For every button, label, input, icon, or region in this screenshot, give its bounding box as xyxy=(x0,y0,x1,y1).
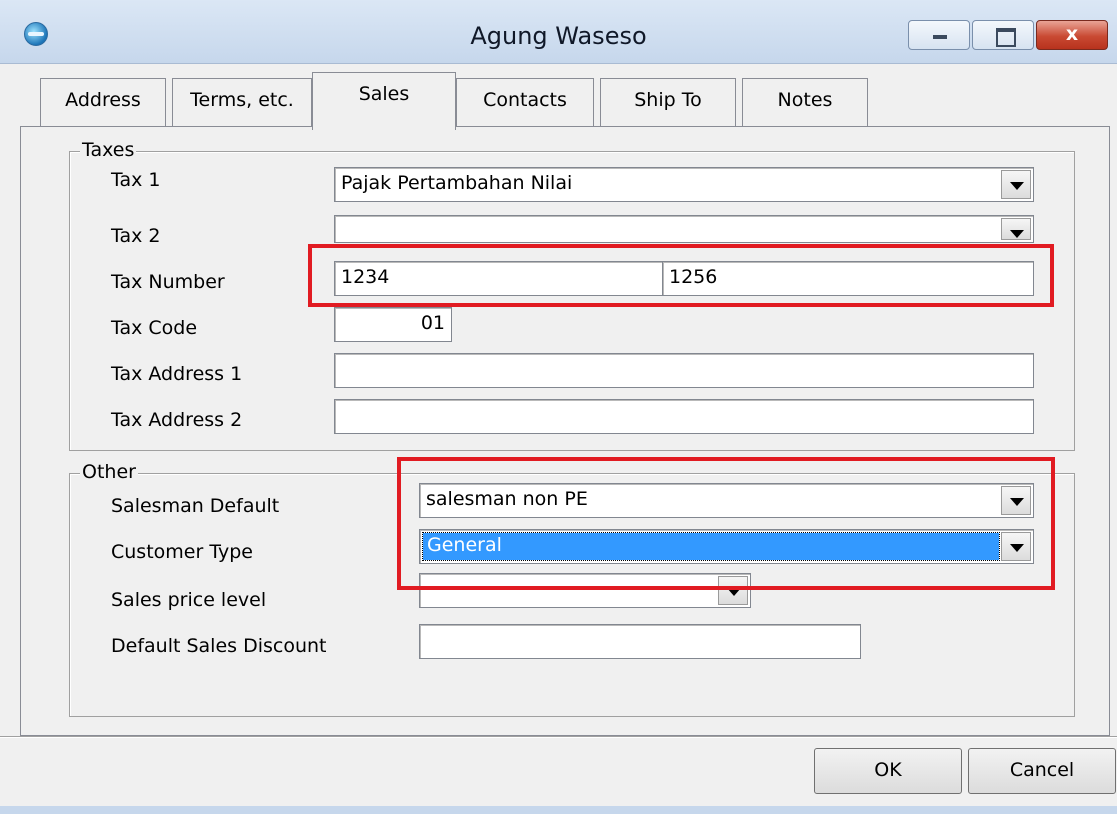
close-button[interactable]: x xyxy=(1036,20,1108,50)
customer-type-select[interactable]: General xyxy=(419,529,1034,564)
tax-number-field-1[interactable]: 1234 xyxy=(334,261,664,296)
sales-price-level-label: Sales price level xyxy=(111,589,267,611)
tax-number-field-2[interactable]: 1256 xyxy=(662,261,1034,296)
taxes-group-title: Taxes xyxy=(80,139,137,161)
salesman-default-label: Salesman Default xyxy=(111,495,280,517)
tab-terms[interactable]: Terms, etc. xyxy=(172,78,312,126)
tax-number-label: Tax Number xyxy=(111,271,225,293)
chevron-down-icon[interactable] xyxy=(718,576,748,605)
customer-type-value: General xyxy=(422,532,1000,561)
tab-label: Notes xyxy=(777,89,833,111)
tab-label: Ship To xyxy=(634,89,702,111)
tax-address-2-field[interactable] xyxy=(334,399,1034,434)
maximize-button[interactable] xyxy=(972,20,1034,50)
chevron-down-icon[interactable] xyxy=(1001,532,1031,561)
tax-code-label: Tax Code xyxy=(111,317,198,339)
tab-bar: Address Terms, etc. Sales Contacts Ship … xyxy=(0,64,1117,130)
close-icon: x xyxy=(1065,23,1079,45)
tab-ship-to[interactable]: Ship To xyxy=(600,78,736,126)
minimize-button[interactable] xyxy=(908,20,970,50)
sales-price-level-select[interactable] xyxy=(419,573,751,608)
tab-label: Terms, etc. xyxy=(190,89,294,111)
cancel-button-label: Cancel xyxy=(1009,759,1075,781)
title-bar: Agung Waseso x xyxy=(0,0,1117,64)
tab-notes[interactable]: Notes xyxy=(742,78,868,126)
window-bottom-border xyxy=(0,806,1117,814)
tax-address-1-field[interactable] xyxy=(334,353,1034,388)
tab-contacts[interactable]: Contacts xyxy=(456,78,594,126)
tax-code-field[interactable]: 01 xyxy=(334,307,452,342)
tax1-value: Pajak Pertambahan Nilai xyxy=(341,172,573,194)
tax2-select[interactable] xyxy=(334,215,1034,243)
cancel-button[interactable]: Cancel xyxy=(968,748,1116,794)
other-group-title: Other xyxy=(80,461,138,483)
tax-address-2-label: Tax Address 2 xyxy=(111,409,243,431)
tab-label: Contacts xyxy=(483,89,567,111)
tax-address-1-label: Tax Address 1 xyxy=(111,363,243,385)
tax1-label: Tax 1 xyxy=(111,169,161,191)
tab-label: Address xyxy=(65,89,141,111)
ok-button[interactable]: OK xyxy=(814,748,962,794)
chevron-down-icon[interactable] xyxy=(1001,486,1031,515)
tab-label: Sales xyxy=(358,83,410,105)
tab-address[interactable]: Address xyxy=(40,78,166,126)
sales-tab-panel: Taxes Tax 1 Pajak Pertambahan Nilai Tax … xyxy=(20,126,1110,736)
tab-sales[interactable]: Sales xyxy=(312,72,456,130)
tax1-select[interactable]: Pajak Pertambahan Nilai xyxy=(334,167,1034,202)
footer-divider xyxy=(0,736,1117,738)
salesman-default-select[interactable]: salesman non PE xyxy=(419,483,1034,518)
customer-type-label: Customer Type xyxy=(111,541,253,563)
chevron-down-icon[interactable] xyxy=(1001,218,1031,240)
default-sales-discount-label: Default Sales Discount xyxy=(111,635,327,657)
chevron-down-icon[interactable] xyxy=(1001,170,1031,199)
salesman-default-value: salesman non PE xyxy=(426,488,588,510)
default-sales-discount-field[interactable] xyxy=(419,624,861,659)
tax2-label: Tax 2 xyxy=(111,225,161,247)
ok-button-label: OK xyxy=(874,759,902,781)
